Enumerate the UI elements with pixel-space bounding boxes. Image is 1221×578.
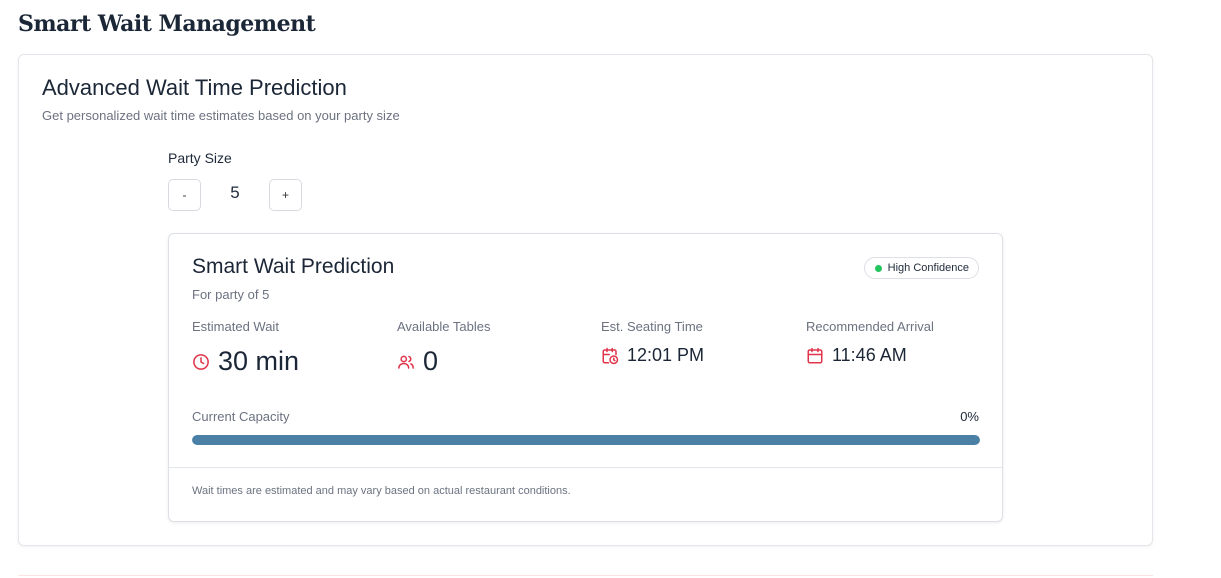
capacity-label: Current Capacity (192, 409, 290, 424)
seating-time-stat: Est. Seating Time 12:01 PM (601, 319, 801, 366)
section-subtitle: Get personalized wait time estimates bas… (42, 108, 400, 123)
divider (169, 467, 1002, 468)
party-size-value: 5 (230, 183, 240, 202)
calendar-icon (806, 347, 824, 365)
decrease-party-button[interactable]: - (168, 179, 201, 211)
available-tables-value: 0 (423, 346, 439, 376)
status-dot-icon (874, 264, 882, 272)
estimated-wait-stat: Estimated Wait 30 min (192, 319, 392, 377)
calendar-clock-icon (601, 347, 619, 365)
recommended-arrival-label: Recommended Arrival (806, 319, 934, 334)
party-size-label: Party Size (168, 150, 232, 166)
wait-prediction-card: Advanced Wait Time Prediction Get person… (18, 54, 1153, 546)
capacity-progress-bar (192, 435, 980, 445)
available-tables-stat: Available Tables 0 (397, 319, 597, 377)
estimated-wait-value: 30 min (218, 346, 300, 376)
available-tables-label: Available Tables (397, 319, 491, 334)
seating-time-label: Est. Seating Time (601, 319, 703, 334)
estimated-wait-label: Estimated Wait (192, 319, 279, 334)
page-title: Smart Wait Management (18, 11, 316, 37)
confidence-badge: High Confidence (863, 257, 979, 279)
confidence-label: High Confidence (887, 262, 969, 274)
clock-icon (192, 353, 210, 371)
increase-party-button[interactable]: + (269, 179, 302, 211)
prediction-subtitle: For party of 5 (192, 287, 270, 302)
users-icon (397, 353, 415, 371)
capacity-progress-fill (192, 435, 980, 445)
seating-time-value: 12:01 PM (627, 345, 705, 365)
capacity-percent: 0% (960, 409, 979, 424)
recommended-arrival-value: 11:46 AM (832, 345, 907, 365)
section-title: Advanced Wait Time Prediction (42, 75, 347, 100)
prediction-title: Smart Wait Prediction (192, 255, 395, 278)
recommended-arrival-stat: Recommended Arrival 11:46 AM (806, 319, 1006, 366)
smart-wait-prediction-card: Smart Wait Prediction For party of 5 Hig… (168, 233, 1003, 522)
disclaimer-text: Wait times are estimated and may vary ba… (192, 485, 571, 497)
